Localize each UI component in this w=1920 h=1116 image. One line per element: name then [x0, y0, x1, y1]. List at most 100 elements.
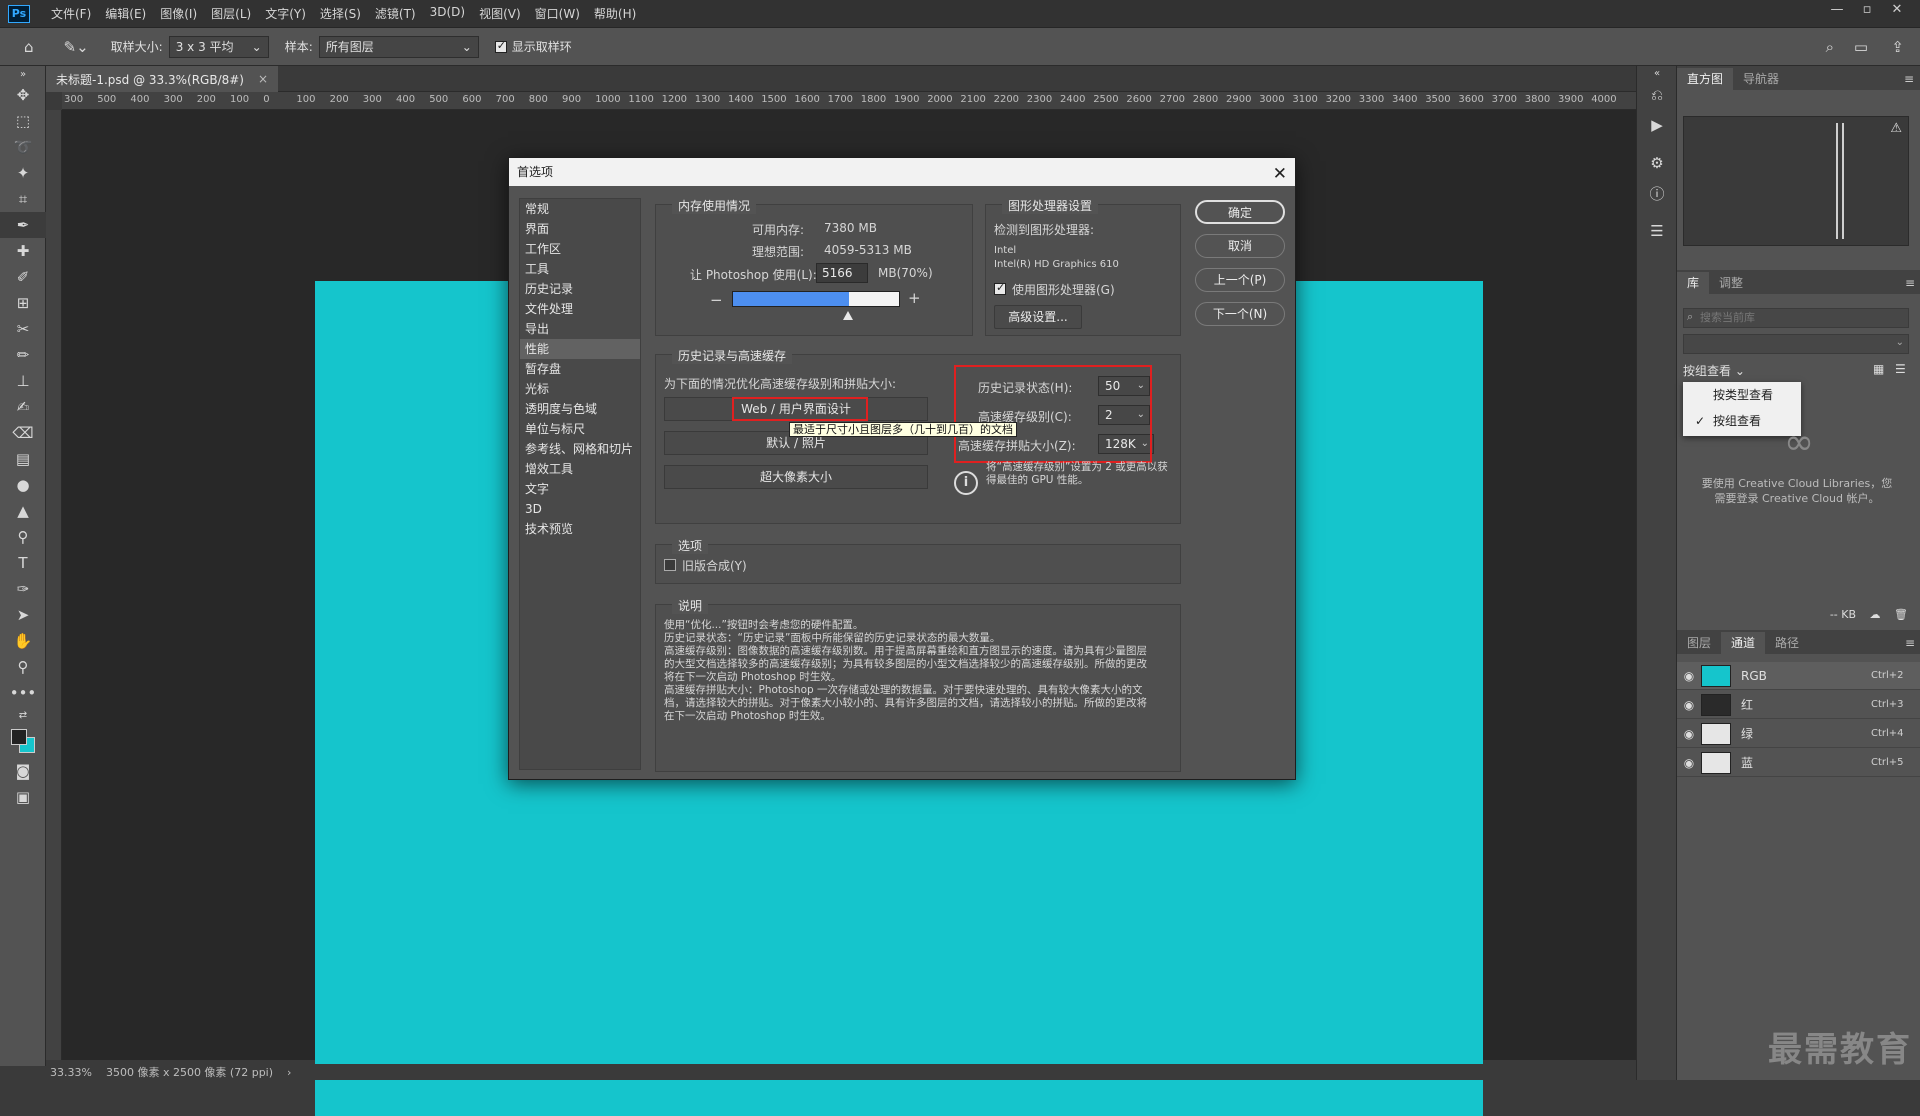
nav-cursors[interactable]: 光标 — [520, 379, 640, 399]
marquee-tool-icon[interactable]: ⬚ — [0, 108, 46, 134]
blur-tool-icon[interactable]: ● — [0, 472, 46, 498]
color-swatches[interactable] — [0, 724, 46, 758]
memory-usage-input[interactable]: 5166 — [816, 263, 868, 283]
eyedropper-tool-icon[interactable]: ✒ — [0, 212, 46, 238]
screen-mode-icon[interactable]: ▣ — [0, 784, 46, 810]
status-menu-arrow[interactable]: › — [287, 1066, 291, 1079]
channel-row[interactable]: ◉ 绿 Ctrl+4 — [1677, 720, 1920, 748]
crop-tool-icon[interactable]: ⌗ — [0, 186, 46, 212]
art-history-tool-icon[interactable]: ✍ — [0, 394, 46, 420]
eraser-tool-icon[interactable]: ⌫ — [0, 420, 46, 446]
previous-button[interactable]: 上一个(P) — [1195, 268, 1285, 292]
nav-export[interactable]: 导出 — [520, 319, 640, 339]
nav-interface[interactable]: 界面 — [520, 219, 640, 239]
close-window-button[interactable]: ✕ — [1882, 2, 1912, 17]
properties-panel-icon[interactable]: ⚙ — [1637, 148, 1677, 178]
channel-row[interactable]: ◉ RGB Ctrl+2 — [1677, 662, 1920, 690]
layer-comps-panel-icon[interactable]: ☰ — [1637, 216, 1677, 246]
panel-menu-icon[interactable]: ≡ — [1905, 276, 1915, 290]
decrease-icon[interactable]: − — [710, 291, 723, 309]
zoom-tool-icon[interactable]: ⚲ — [0, 654, 46, 680]
cancel-button[interactable]: 取消 — [1195, 234, 1285, 258]
close-icon[interactable]: ✕ — [1273, 160, 1287, 188]
clone-stamp-tool-icon[interactable]: ⊥ — [0, 368, 46, 394]
view-by-type-item[interactable]: 按类型查看 — [1683, 382, 1801, 408]
nav-tools[interactable]: 工具 — [520, 259, 640, 279]
eyedropper-tool-preset-icon[interactable]: ✎⌄ — [64, 38, 89, 56]
visibility-eye-icon[interactable]: ◉ — [1677, 727, 1701, 741]
menu-select[interactable]: 选择(S) — [313, 5, 368, 22]
panel-menu-icon[interactable]: ≡ — [1905, 636, 1915, 650]
trash-icon[interactable]: 🗑 — [1894, 608, 1908, 621]
cloud-icon[interactable]: ☁ — [1870, 608, 1881, 621]
share-icon[interactable]: ⇪ — [1891, 38, 1904, 56]
nav-scratch-disks[interactable]: 暂存盘 — [520, 359, 640, 379]
nav-3d[interactable]: 3D — [520, 499, 640, 519]
tab-histogram[interactable]: 直方图 — [1677, 68, 1734, 90]
preset-huge-pixel-button[interactable]: 超大像素大小 — [664, 465, 928, 489]
menu-type[interactable]: 文字(Y) — [258, 5, 313, 22]
tab-channels[interactable]: 通道 — [1721, 632, 1766, 654]
menu-layer[interactable]: 图层(L) — [204, 5, 258, 22]
brush-tool-icon[interactable]: ✐ — [0, 264, 46, 290]
path-selection-tool-icon[interactable]: ✑ — [0, 576, 46, 602]
dialog-title-bar[interactable]: 首选项 ✕ — [509, 158, 1295, 186]
minimize-button[interactable]: — — [1822, 2, 1852, 17]
dodge-tool-icon[interactable]: ▲ — [0, 498, 46, 524]
show-ring-checkbox[interactable] — [494, 39, 507, 53]
ok-button[interactable]: 确定 — [1195, 200, 1285, 224]
library-search-input[interactable]: 搜索当前库 — [1683, 308, 1909, 328]
foreground-color-swatch[interactable] — [11, 729, 27, 745]
expand-icon[interactable]: » — [0, 66, 46, 82]
pencil-tool-icon[interactable]: ✏ — [0, 342, 46, 368]
gradient-tool-icon[interactable]: ▤ — [0, 446, 46, 472]
tab-layers[interactable]: 图层 — [1677, 632, 1721, 654]
sample-size-select[interactable]: 3 x 3 平均 ⌄ — [168, 35, 269, 58]
nav-tech-preview[interactable]: 技术预览 — [520, 519, 640, 539]
menu-view[interactable]: 视图(V) — [472, 5, 528, 22]
warning-icon[interactable]: ⚠ — [1890, 121, 1902, 136]
history-brush-tool-icon[interactable]: ✂ — [0, 316, 46, 342]
more-tools-icon[interactable]: ••• — [0, 680, 46, 706]
menu-window[interactable]: 窗口(W) — [528, 5, 587, 22]
quick-mask-icon[interactable]: ◙ — [0, 758, 46, 784]
vertical-ruler[interactable] — [46, 110, 62, 1060]
stamp-tool-icon[interactable]: ⊞ — [0, 290, 46, 316]
magic-wand-tool-icon[interactable]: ✦ — [0, 160, 46, 186]
visibility-eye-icon[interactable]: ◉ — [1677, 698, 1701, 712]
menu-edit[interactable]: 编辑(E) — [98, 5, 153, 22]
tab-libraries[interactable]: 库 — [1677, 272, 1710, 294]
zoom-level[interactable]: 33.33% — [50, 1066, 92, 1079]
swap-colors-icon[interactable]: ⇄ — [0, 706, 46, 724]
move-tool-icon[interactable]: ✥ — [0, 82, 46, 108]
nav-transparency[interactable]: 透明度与色域 — [520, 399, 640, 419]
lasso-tool-icon[interactable]: ➰ — [0, 134, 46, 160]
group-view-dropdown[interactable]: 按组查看 ⌄ — [1683, 362, 1745, 379]
nav-type[interactable]: 文字 — [520, 479, 640, 499]
grid-view-icon[interactable]: ▦ — [1873, 362, 1884, 376]
type-tool-icon[interactable]: T — [0, 550, 46, 576]
nav-workspace[interactable]: 工作区 — [520, 239, 640, 259]
history-panel-icon[interactable]: ⎌ — [1637, 80, 1677, 110]
channel-row[interactable]: ◉ 蓝 Ctrl+5 — [1677, 749, 1920, 777]
library-select[interactable]: ⌄ — [1683, 334, 1909, 354]
home-icon[interactable]: ⌂ — [24, 38, 34, 56]
visibility-eye-icon[interactable]: ◉ — [1677, 669, 1701, 683]
sample-select[interactable]: 所有图层 ⌄ — [318, 35, 479, 58]
tab-adjustments[interactable]: 调整 — [1709, 272, 1753, 294]
visibility-eye-icon[interactable]: ◉ — [1677, 756, 1701, 770]
close-tab-icon[interactable]: × — [258, 72, 268, 86]
hand-tool-icon[interactable]: ✋ — [0, 628, 46, 654]
memory-slider-track[interactable] — [732, 291, 900, 307]
increase-icon[interactable]: + — [908, 289, 921, 307]
nav-units-rulers[interactable]: 单位与标尺 — [520, 419, 640, 439]
menu-file[interactable]: 文件(F) — [44, 5, 98, 22]
next-button[interactable]: 下一个(N) — [1195, 302, 1285, 326]
tab-paths[interactable]: 路径 — [1765, 632, 1809, 654]
menu-3d[interactable]: 3D(D) — [423, 5, 472, 22]
legacy-compositing-checkbox[interactable] — [664, 559, 676, 571]
panel-menu-icon[interactable]: ≡ — [1904, 72, 1914, 86]
memory-slider-thumb[interactable] — [843, 311, 853, 320]
channel-row[interactable]: ◉ 红 Ctrl+3 — [1677, 691, 1920, 719]
nav-guides-grid[interactable]: 参考线、网格和切片 — [520, 439, 640, 459]
